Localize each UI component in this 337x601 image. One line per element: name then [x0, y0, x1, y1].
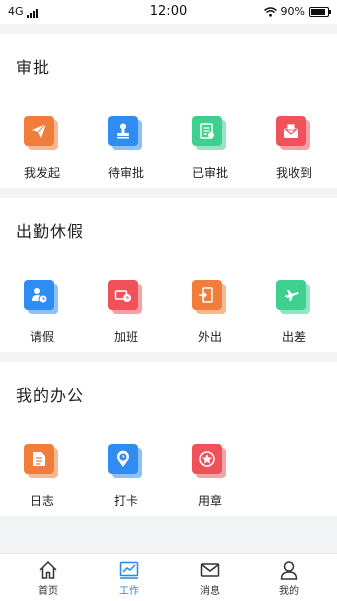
profile-icon	[280, 561, 298, 580]
tab-messages[interactable]: 消息	[168, 554, 252, 601]
tab-label: 工作	[119, 586, 139, 597]
message-envelope-icon	[200, 563, 220, 577]
section-title: 审批	[16, 58, 51, 77]
office-grid: 日志 打卡 用章	[0, 432, 337, 512]
item-pending-approval[interactable]: 待审批	[84, 104, 168, 182]
door-exit-icon	[192, 280, 222, 310]
item-go-out[interactable]: 外出	[168, 268, 252, 346]
envelope-icon	[276, 116, 306, 146]
section-attendance: 出勤休假 请假 加班 外出 出差	[0, 198, 337, 352]
item-label: 出差	[281, 330, 306, 344]
approved-document-icon	[192, 116, 222, 146]
item-label: 已审批	[191, 166, 228, 180]
item-label: 外出	[197, 330, 222, 344]
status-bar: 4G 12:00 90%	[0, 0, 337, 24]
tab-home[interactable]: 首页	[6, 554, 90, 601]
tab-label: 首页	[38, 586, 58, 597]
item-label: 用章	[197, 494, 222, 508]
stamp-icon	[108, 116, 138, 146]
item-received[interactable]: 我收到	[252, 104, 336, 182]
battery-icon	[309, 6, 331, 17]
item-label: 打卡	[113, 494, 138, 508]
airplane-icon	[276, 280, 306, 310]
item-label: 日志	[29, 494, 54, 508]
bottom-tab-bar: 首页 工作 消息 我的	[0, 553, 337, 601]
item-label: 我发起	[23, 166, 60, 180]
item-label: 请假	[29, 330, 54, 344]
paper-plane-icon	[24, 116, 54, 146]
battery-percent: 90%	[280, 5, 305, 18]
tab-label: 消息	[200, 586, 220, 597]
attendance-grid: 请假 加班 外出 出差	[0, 268, 337, 348]
item-seal[interactable]: 用章	[168, 432, 252, 510]
section-my-office: 我的办公 日志 打卡 用章	[0, 362, 337, 516]
item-label: 我收到	[275, 166, 312, 180]
wifi-icon	[263, 6, 277, 17]
seal-star-icon	[192, 444, 222, 474]
item-overtime[interactable]: 加班	[84, 268, 168, 346]
tab-work[interactable]: 工作	[87, 554, 171, 601]
tab-label: 我的	[279, 586, 299, 597]
work-chart-icon	[119, 561, 139, 579]
home-icon	[39, 560, 57, 579]
item-approved[interactable]: 已审批	[168, 104, 252, 182]
section-title: 出勤休假	[16, 222, 85, 241]
item-my-initiated[interactable]: 我发起	[0, 104, 84, 182]
user-clock-icon	[24, 280, 54, 310]
approval-grid: 我发起 待审批 已审批 我收到	[0, 104, 337, 184]
item-label: 加班	[113, 330, 138, 344]
status-right: 90%	[263, 5, 331, 18]
section-title: 我的办公	[16, 386, 85, 405]
location-clock-icon	[108, 444, 138, 474]
log-document-icon	[24, 444, 54, 474]
item-leave[interactable]: 请假	[0, 268, 84, 346]
item-log[interactable]: 日志	[0, 432, 84, 510]
overtime-clock-icon	[108, 280, 138, 310]
item-business-trip[interactable]: 出差	[252, 268, 336, 346]
section-approval: 审批 我发起 待审批 已审批 我收到	[0, 34, 337, 188]
item-label: 待审批	[107, 166, 144, 180]
item-clock-in[interactable]: 打卡	[84, 432, 168, 510]
tab-profile[interactable]: 我的	[247, 554, 331, 601]
